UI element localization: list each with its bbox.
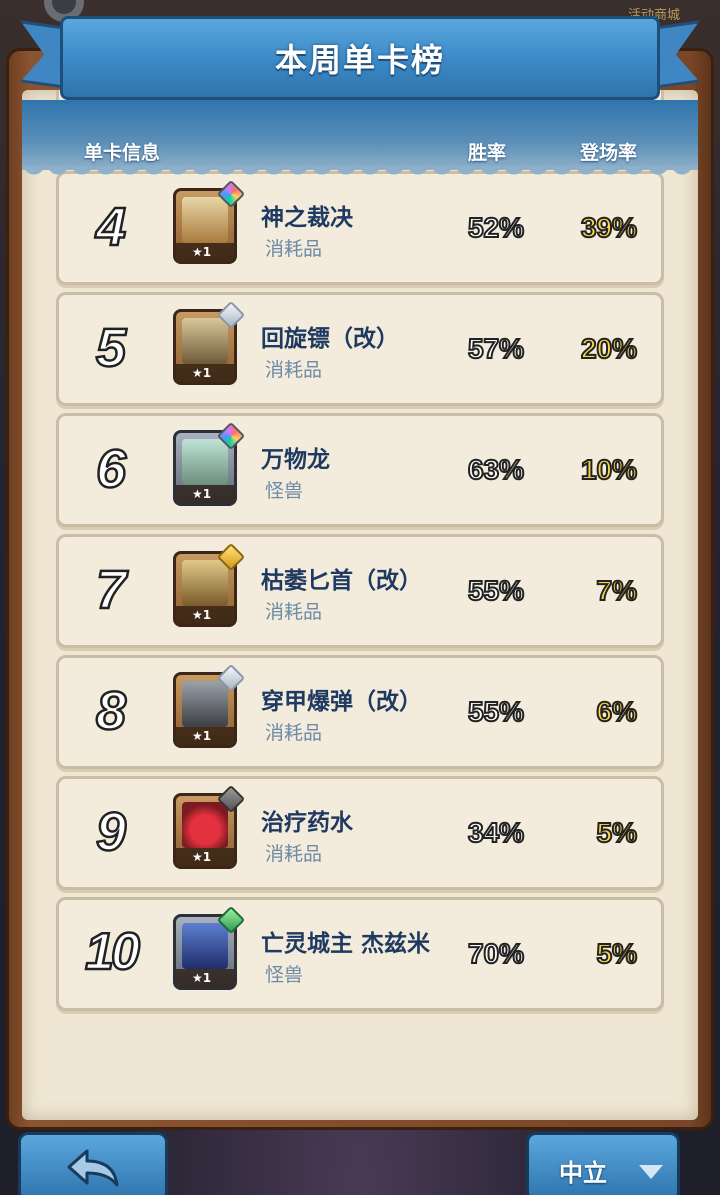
card-name: 穿甲爆弹（改） [261,689,422,715]
rank-number: 8 [95,680,128,743]
card-art [182,318,228,364]
leaderboard-row[interactable]: 7 ★1 枯萎匕首（改） 消耗品 55% 7% [56,534,664,648]
play-rate-value: 7% [596,574,638,607]
header-win-rate: 胜率 [468,142,507,164]
faction-select-value: 中立 [559,1159,607,1187]
header-scallop-edge [22,166,698,180]
leaderboard-row[interactable]: 9 ★1 治疗药水 消耗品 34% 5% [56,776,664,890]
card-name: 枯萎匕首（改） [261,568,422,594]
play-rate-value: 5% [596,937,638,970]
card-art [182,197,228,243]
leaderboard-header: 单卡信息 胜率 登场率 [22,100,698,180]
win-rate-value: 55% [467,574,525,607]
leaderboard-row[interactable]: 10 ★1 亡灵城主 杰兹米 怪兽 70% 5% [56,897,664,1011]
card-art [182,802,228,848]
card-type: 消耗品 [265,238,323,260]
win-rate-value: 55% [467,695,525,728]
card-type: 消耗品 [265,601,323,623]
play-rate-value: 10% [580,453,638,486]
card-star-level: ★1 [176,727,234,745]
card-type: 消耗品 [265,359,323,381]
card-name: 万物龙 [261,447,330,473]
card-star-level: ★1 [176,364,234,382]
rank-number: 7 [95,559,128,622]
card-type: 怪兽 [265,964,304,986]
page-title: 本周单卡榜 [274,41,445,79]
win-rate-value: 70% [467,937,525,970]
win-rate-value: 57% [467,332,525,365]
rank-number: 9 [95,801,128,864]
rank-number: 6 [95,438,128,501]
card-name: 亡灵城主 杰兹米 [261,931,431,957]
card-star-level: ★1 [176,485,234,503]
win-rate-value: 63% [467,453,525,486]
card-type: 消耗品 [265,843,323,865]
card-art [182,681,228,727]
card-star-level: ★1 [176,243,234,261]
back-button[interactable] [18,1132,168,1195]
title-ribbon: 本周单卡榜 [60,16,660,100]
leaderboard-row[interactable]: 4 ★1 神之裁决 消耗品 52% 39% [56,171,664,285]
back-arrow-icon [67,1149,119,1187]
rank-number: 4 [95,196,128,259]
card-art [182,923,228,969]
card-type: 怪兽 [265,480,304,502]
header-play-rate: 登场率 [580,142,638,164]
leaderboard-row[interactable]: 6 ★1 万物龙 怪兽 63% 10% [56,413,664,527]
rank-number: 10 [84,922,141,983]
card-art [182,439,228,485]
faction-select-dropdown[interactable]: 中立 [526,1132,680,1195]
play-rate-value: 20% [580,332,638,365]
card-name: 治疗药水 [261,810,353,836]
card-type: 消耗品 [265,722,323,744]
header-card-info: 单卡信息 [84,142,161,164]
leaderboard-list[interactable]: 3 ★1 神之裁决（改） 消耗品 63% 57% 4 ★1 神之裁决 消耗品 5… [22,90,698,1120]
win-rate-value: 34% [467,816,525,849]
win-rate-value: 52% [467,211,525,244]
play-rate-value: 5% [596,816,638,849]
leaderboard-row[interactable]: 8 ★1 穿甲爆弹（改） 消耗品 55% 6% [56,655,664,769]
card-star-level: ★1 [176,969,234,987]
play-rate-value: 6% [596,695,638,728]
leaderboard-row[interactable]: 5 ★1 回旋镖（改） 消耗品 57% 20% [56,292,664,406]
card-name: 神之裁决 [261,205,353,231]
card-art [182,560,228,606]
leaderboard-panel: 3 ★1 神之裁决（改） 消耗品 63% 57% 4 ★1 神之裁决 消耗品 5… [22,90,698,1120]
card-name: 回旋镖（改） [261,326,399,352]
card-star-level: ★1 [176,606,234,624]
rank-number: 5 [95,317,128,380]
card-star-level: ★1 [176,848,234,866]
play-rate-value: 39% [580,211,638,244]
chevron-down-icon [639,1165,663,1179]
